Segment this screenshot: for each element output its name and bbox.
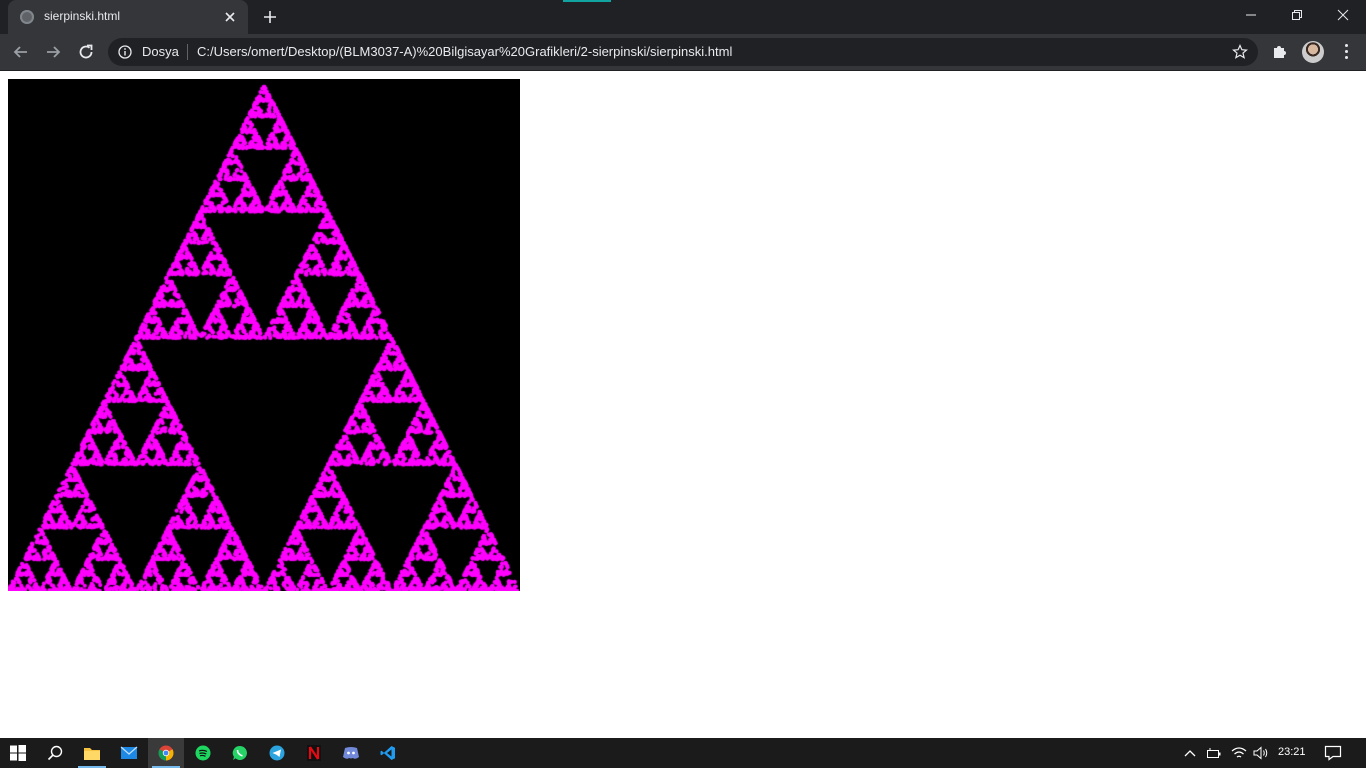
file-explorer-icon [84, 748, 100, 760]
titlebar-accent [563, 0, 611, 2]
chrome-icon [158, 745, 174, 761]
plus-icon[interactable] [258, 6, 282, 28]
reload-icon [79, 44, 93, 59]
puzzle-icon[interactable] [1270, 41, 1290, 61]
address-separator [187, 44, 188, 60]
sierpinski-canvas [8, 79, 520, 591]
tab-title: sierpinski.html [44, 9, 121, 23]
close-icon[interactable] [222, 9, 238, 25]
taskbar-file-explorer[interactable] [74, 738, 110, 768]
menu-dot [1344, 55, 1348, 59]
forward-button[interactable] [41, 40, 65, 64]
address-bar[interactable]: Dosya C:/Users/omert/Desktop/(BLM3037-A)… [108, 38, 1258, 66]
notification-icon [1324, 745, 1342, 761]
browser-toolbar: Dosya C:/Users/omert/Desktop/(BLM3037-A)… [0, 34, 1366, 71]
taskbar-clock[interactable]: 23:21 [1278, 746, 1306, 758]
tray-battery[interactable] [1203, 738, 1225, 768]
taskbar-spotify[interactable] [185, 738, 221, 768]
forward-icon [47, 46, 61, 58]
tab-sierpinski[interactable]: sierpinski.html [8, 0, 248, 34]
telegram-icon [269, 745, 285, 761]
globe-icon [20, 10, 34, 24]
discord-icon [343, 747, 359, 759]
taskbar-mail[interactable] [111, 738, 147, 768]
taskbar-chrome[interactable] [148, 738, 184, 768]
tray-overflow[interactable] [1180, 738, 1200, 768]
minimize-button[interactable] [1228, 0, 1274, 30]
windows-start-icon [10, 745, 26, 761]
menu-dot [1344, 49, 1348, 53]
chevron-up-icon [1184, 750, 1196, 757]
search-button[interactable] [37, 738, 73, 768]
star-icon[interactable] [1232, 44, 1248, 60]
browser-titlebar: sierpinski.html [0, 0, 1366, 34]
window-controls [1228, 0, 1366, 30]
start-button[interactable] [0, 738, 36, 768]
reload-button[interactable] [74, 40, 98, 64]
url-text[interactable]: C:/Users/omert/Desktop/(BLM3037-A)%20Bil… [197, 44, 732, 59]
back-button[interactable] [9, 40, 33, 64]
battery-icon [1207, 748, 1221, 758]
tray-volume[interactable] [1250, 738, 1272, 768]
menu-dot [1344, 43, 1348, 47]
vscode-icon [380, 746, 395, 760]
taskbar-whatsapp[interactable] [222, 738, 258, 768]
page-content [0, 71, 1366, 738]
tray-wifi[interactable] [1228, 738, 1250, 768]
wifi-icon [1231, 747, 1247, 758]
taskbar-netflix[interactable] [296, 738, 332, 768]
mail-icon [120, 746, 138, 759]
taskbar-telegram[interactable] [259, 738, 295, 768]
tray-notifications[interactable] [1316, 738, 1350, 768]
search-icon [47, 745, 63, 761]
back-icon [13, 46, 27, 58]
window-close-button[interactable] [1320, 0, 1366, 30]
windows-taskbar: 23:21 [0, 738, 1366, 768]
restore-icon [1292, 10, 1302, 20]
spotify-icon [195, 745, 211, 761]
taskbar-discord[interactable] [333, 738, 369, 768]
volume-icon [1253, 746, 1268, 760]
window-close-icon [1337, 9, 1349, 21]
site-info-chip[interactable]: Dosya [142, 44, 179, 59]
info-icon[interactable] [118, 45, 132, 59]
taskbar-vscode[interactable] [370, 738, 406, 768]
avatar[interactable] [1302, 41, 1324, 63]
menu-icon[interactable] [1336, 41, 1356, 61]
restore-button[interactable] [1274, 0, 1320, 30]
whatsapp-icon [232, 745, 247, 760]
minimize-icon [1246, 14, 1256, 16]
netflix-icon [307, 745, 321, 761]
